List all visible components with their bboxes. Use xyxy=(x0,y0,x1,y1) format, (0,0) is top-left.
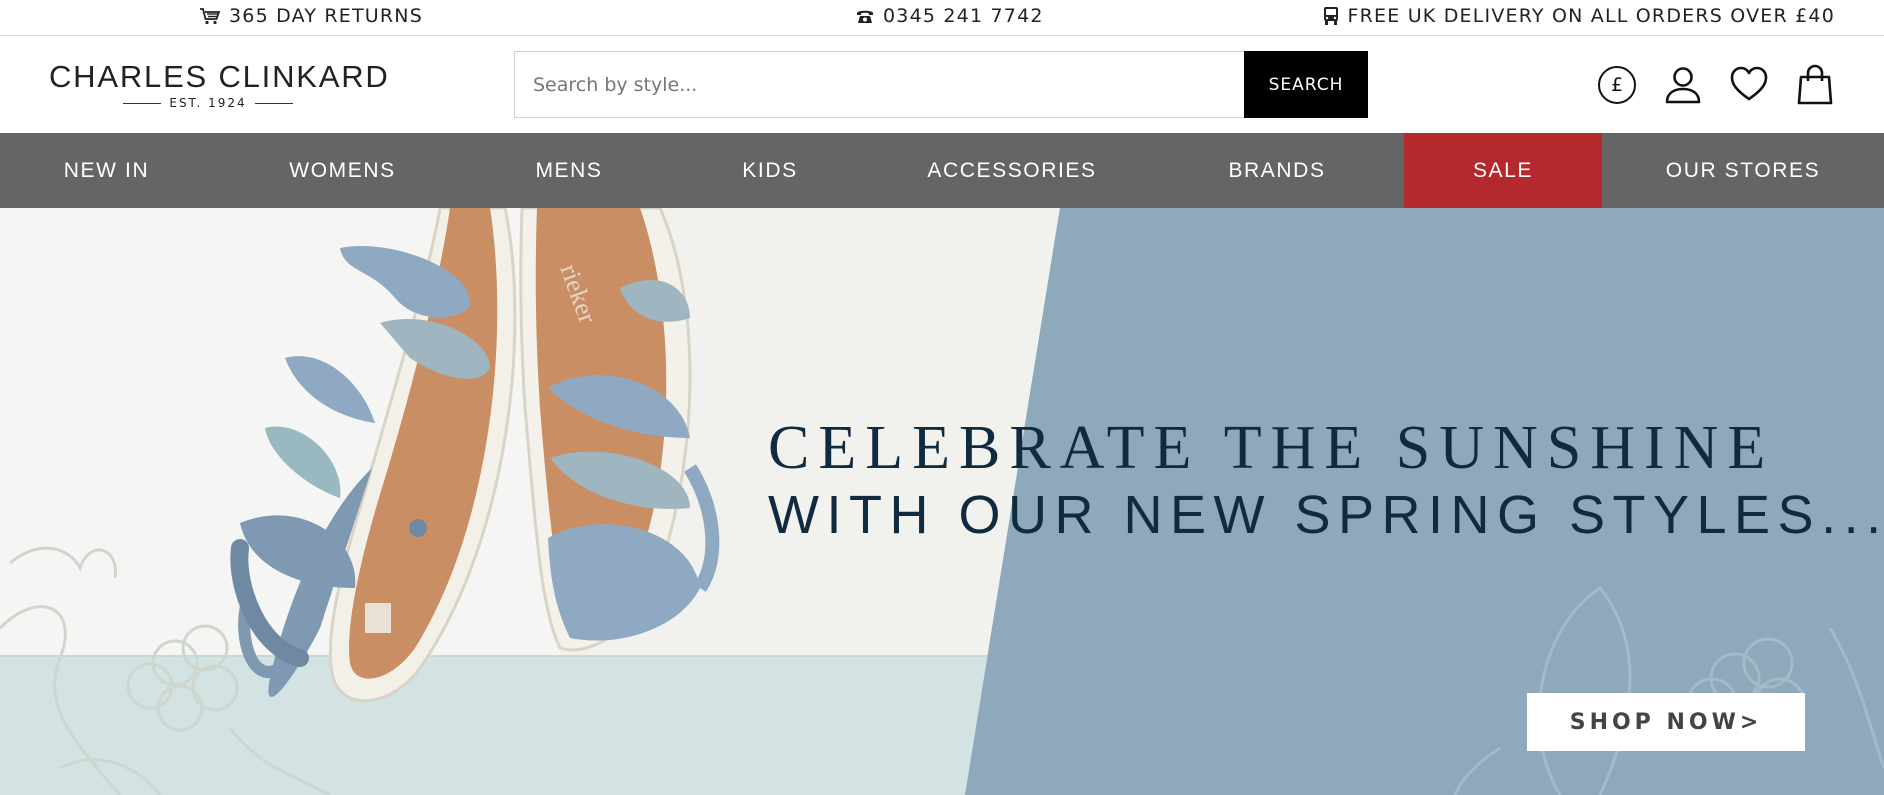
nav-item-accessories[interactable]: ACCESSORIES xyxy=(874,133,1150,208)
main-navigation: NEW IN WOMENS MENS KIDS ACCESSORIES BRAN… xyxy=(0,133,1884,208)
hero-headline-line1: CELEBRATE THE SUNSHINE xyxy=(768,414,1775,482)
nav-item-kids[interactable]: KIDS xyxy=(666,133,874,208)
truck-icon xyxy=(1323,7,1338,25)
shopping-bag-button[interactable] xyxy=(1797,64,1833,106)
logo-established-row: EST. 1924 xyxy=(123,96,293,110)
phone-info[interactable]: 0345 241 7742 xyxy=(855,0,1044,32)
logo-rule-left xyxy=(123,102,162,104)
returns-info[interactable]: 365 DAY RETURNS xyxy=(199,0,423,32)
shop-now-button[interactable]: SHOP NOW> xyxy=(1527,693,1805,751)
account-button[interactable] xyxy=(1664,64,1702,106)
hero-headline-line2: WITH OUR NEW SPRING STYLES... xyxy=(768,485,1884,545)
search-bar: SEARCH xyxy=(514,51,1368,118)
search-button[interactable]: SEARCH xyxy=(1244,51,1368,118)
hero-banner[interactable]: rieker CELEBRATE THE SUNSHINE WITH OUR N… xyxy=(0,208,1884,795)
nav-item-sale[interactable]: SALE xyxy=(1404,133,1602,208)
nav-item-brands[interactable]: BRANDS xyxy=(1150,133,1404,208)
delivery-info[interactable]: FREE UK DELIVERY ON ALL ORDERS OVER £40 xyxy=(1322,0,1835,32)
user-icon xyxy=(1665,67,1701,104)
shopping-bag-icon xyxy=(1797,64,1833,105)
nav-item-womens[interactable]: WOMENS xyxy=(213,133,472,208)
nav-item-our-stores[interactable]: OUR STORES xyxy=(1602,133,1884,208)
site-header: CHARLES CLINKARD EST. 1924 SEARCH £ xyxy=(0,36,1884,133)
cart-icon xyxy=(200,8,221,25)
nav-item-new-in[interactable]: NEW IN xyxy=(0,133,213,208)
wishlist-button[interactable] xyxy=(1730,64,1768,106)
nav-item-mens[interactable]: MENS xyxy=(472,133,666,208)
search-input[interactable] xyxy=(514,51,1244,118)
phone-label: 0345 241 7742 xyxy=(883,5,1044,27)
top-info-bar: 365 DAY RETURNS 0345 241 7742 FREE UK DE… xyxy=(0,0,1884,36)
logo-rule-right xyxy=(254,102,293,104)
logo-established: EST. 1924 xyxy=(169,96,247,110)
returns-label: 365 DAY RETURNS xyxy=(229,5,423,27)
site-logo[interactable]: CHARLES CLINKARD EST. 1924 xyxy=(49,59,390,111)
logo-wordmark: CHARLES CLINKARD xyxy=(49,59,390,94)
heart-icon xyxy=(1730,66,1768,101)
delivery-label: FREE UK DELIVERY ON ALL ORDERS OVER £40 xyxy=(1347,5,1835,27)
currency-pound-icon: £ xyxy=(1610,74,1624,96)
phone-icon xyxy=(857,10,873,23)
currency-selector[interactable]: £ xyxy=(1598,66,1636,104)
